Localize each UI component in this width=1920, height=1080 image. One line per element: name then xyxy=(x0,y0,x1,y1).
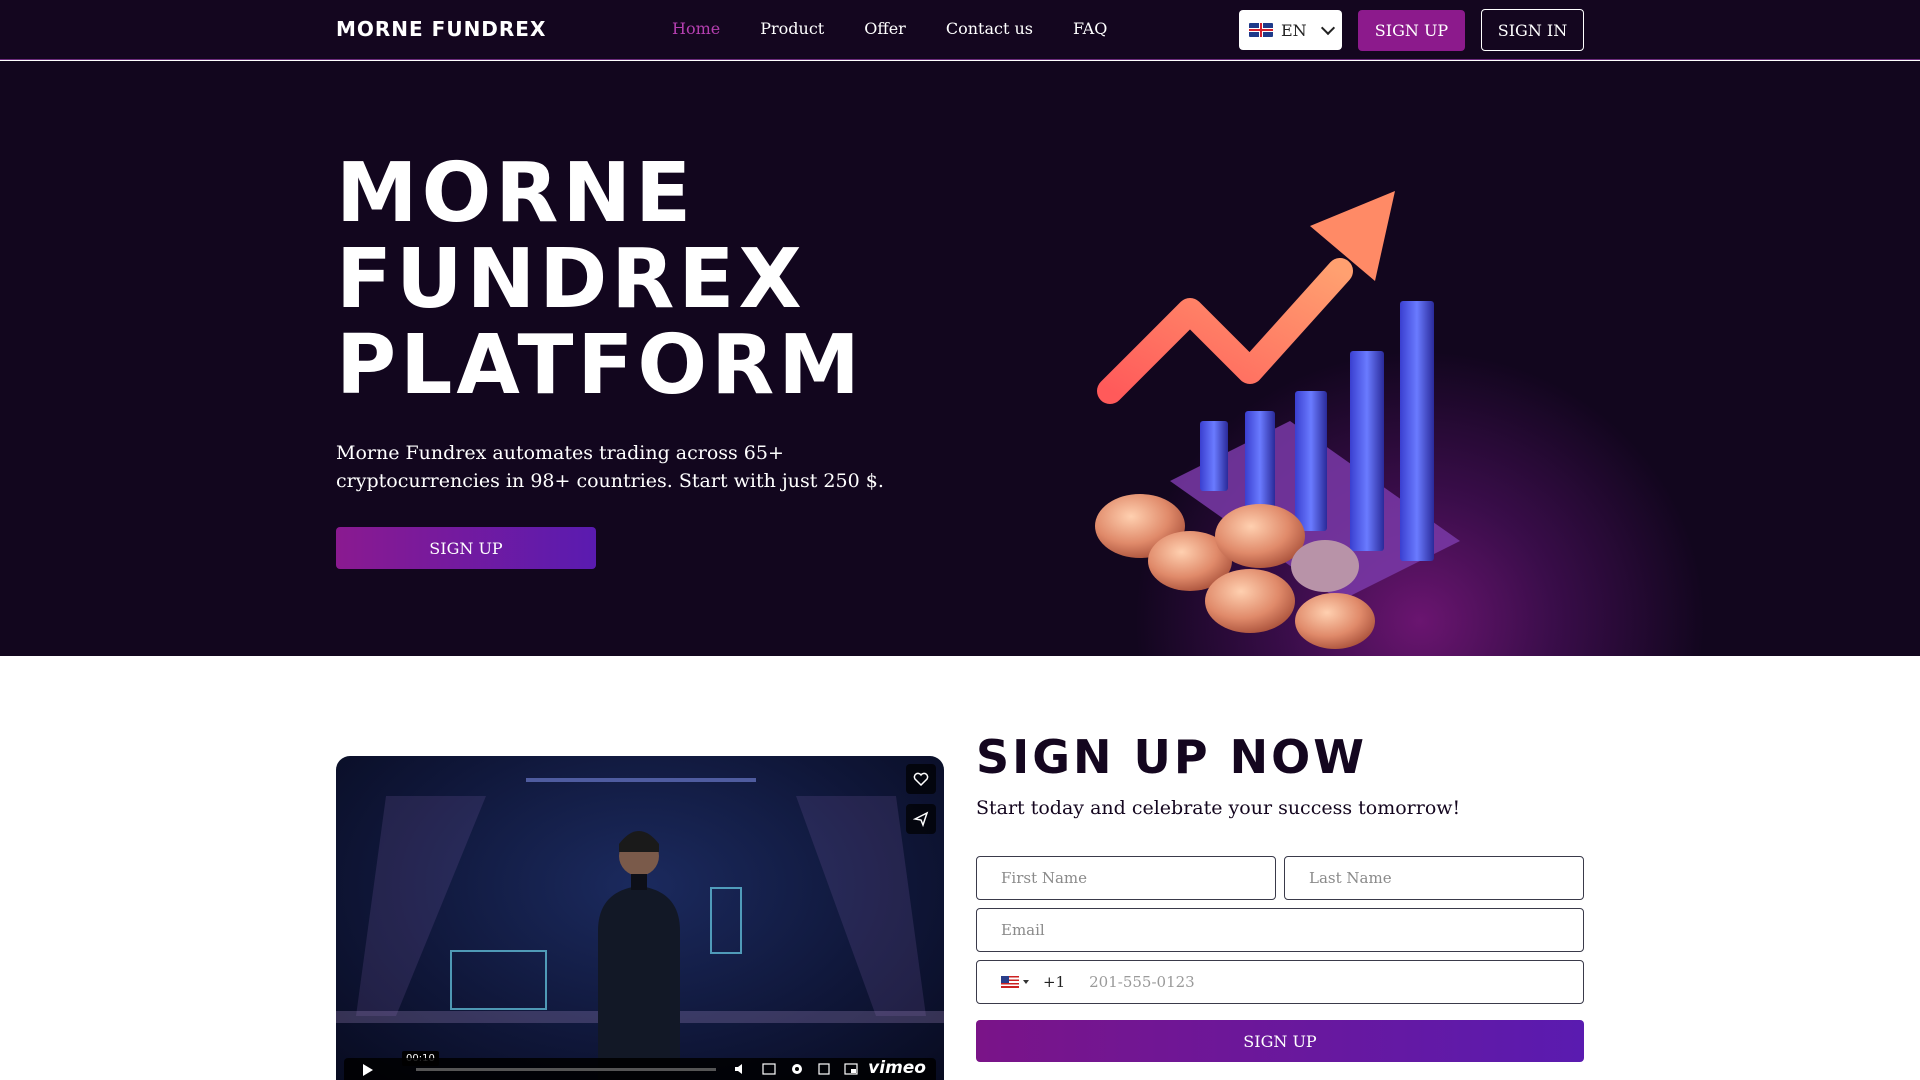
phone-input[interactable] xyxy=(1089,962,1583,1002)
play-icon[interactable] xyxy=(362,1064,374,1076)
email-field[interactable] xyxy=(976,908,1584,952)
phone-field: +1 xyxy=(976,960,1584,1004)
dial-code: +1 xyxy=(1043,973,1066,991)
hero-signup-button[interactable]: SIGN UP xyxy=(336,527,596,569)
nav-contact[interactable]: Contact us xyxy=(946,19,1033,38)
pip-icon[interactable] xyxy=(844,1063,858,1075)
video-frame xyxy=(336,778,944,1080)
signup-title: SIGN UP NOW xyxy=(976,730,1367,784)
video-progress-track[interactable] xyxy=(416,1068,716,1071)
hero-description: Morne Fundrex automates trading across 6… xyxy=(336,442,884,492)
signup-subtitle: Start today and celebrate your success t… xyxy=(976,797,1461,819)
nav-product[interactable]: Product xyxy=(760,19,824,38)
nav-offer[interactable]: Offer xyxy=(864,19,906,38)
vimeo-logo[interactable]: vimeo xyxy=(868,1058,926,1078)
top-navbar: MORNE FUNDREX Home Product Offer Contact… xyxy=(0,0,1920,60)
like-button[interactable] xyxy=(906,764,936,794)
volume-icon[interactable] xyxy=(734,1063,748,1075)
settings-gear-icon[interactable] xyxy=(790,1062,804,1076)
transcript-icon[interactable] xyxy=(818,1063,832,1075)
nav-faq[interactable]: FAQ xyxy=(1073,19,1107,38)
language-code: EN xyxy=(1281,20,1307,40)
nav-home[interactable]: Home xyxy=(672,19,720,38)
growth-chart-illustration xyxy=(1095,191,1460,649)
send-icon xyxy=(913,811,929,827)
hero-section: MORNE FUNDREX PLATFORM Morne Fundrex aut… xyxy=(0,61,1920,656)
nav-signin-button[interactable]: SIGN IN xyxy=(1481,9,1584,51)
uk-flag-icon xyxy=(1249,23,1273,37)
hero-title-line: FUNDREX xyxy=(336,232,806,327)
main-menu: Home Product Offer Contact us FAQ xyxy=(672,19,1107,38)
first-name-field[interactable] xyxy=(976,856,1276,900)
chevron-down-icon xyxy=(1320,20,1335,35)
hero-title-line: PLATFORM xyxy=(336,318,864,413)
brand-logo[interactable]: MORNE FUNDREX xyxy=(336,17,546,41)
nav-signup-button[interactable]: SIGN UP xyxy=(1358,10,1465,51)
caret-down-icon[interactable] xyxy=(1023,980,1029,984)
captions-icon[interactable] xyxy=(762,1063,776,1075)
hero-title-line: MORNE xyxy=(336,146,696,241)
share-button[interactable] xyxy=(906,804,936,834)
us-flag-icon[interactable] xyxy=(1001,976,1019,988)
language-selector[interactable]: EN xyxy=(1239,10,1342,50)
hero-title: MORNE FUNDREX PLATFORM xyxy=(336,151,936,409)
signup-submit-button[interactable]: SIGN UP xyxy=(976,1020,1584,1062)
heart-icon xyxy=(913,772,929,786)
promo-video-player[interactable]: 00:10 vimeo xyxy=(336,756,944,1080)
video-controls: vimeo xyxy=(344,1058,936,1080)
last-name-field[interactable] xyxy=(1284,856,1584,900)
